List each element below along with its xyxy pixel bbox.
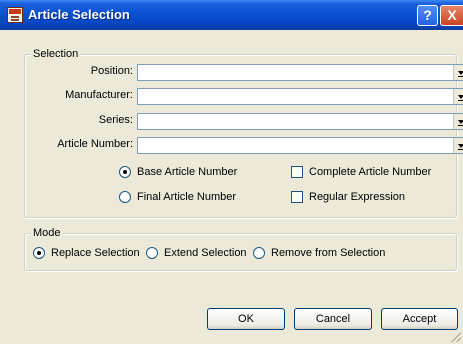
help-button[interactable]: ? [417, 5, 438, 26]
mode-legend: Mode [31, 227, 63, 239]
radio-unselected-icon[interactable] [146, 247, 158, 259]
final-article-number-label: Final Article Number [137, 191, 237, 203]
complete-article-number-label: Complete Article Number [309, 166, 432, 178]
resize-grip-icon[interactable] [451, 332, 461, 342]
selection-group: Selection Position: Manufacturer: Series… [24, 48, 463, 218]
window-title: Article Selection [28, 7, 130, 22]
radio-selected-icon[interactable] [119, 166, 131, 178]
position-combobox[interactable] [137, 64, 463, 81]
chevron-down-icon[interactable] [453, 138, 463, 153]
regular-expression-label: Regular Expression [309, 191, 405, 203]
article-number-combobox[interactable] [137, 137, 463, 154]
extend-selection-option[interactable]: Extend Selection [146, 247, 247, 259]
complete-article-number-option[interactable]: Complete Article Number [291, 166, 431, 178]
replace-selection-label: Replace Selection [51, 247, 140, 259]
extend-selection-label: Extend Selection [164, 247, 247, 259]
selection-legend: Selection [31, 48, 81, 60]
chevron-down-icon[interactable] [453, 114, 463, 129]
final-article-number-option[interactable]: Final Article Number [119, 191, 236, 203]
remove-from-selection-option[interactable]: Remove from Selection [253, 247, 385, 259]
radio-unselected-icon[interactable] [119, 191, 131, 203]
radio-selected-icon[interactable] [33, 247, 45, 259]
ok-button[interactable]: OK [207, 308, 285, 330]
app-icon [7, 7, 23, 23]
base-article-number-label: Base Article Number [137, 166, 238, 178]
accept-button[interactable]: Accept [381, 308, 458, 330]
close-button[interactable]: X [440, 5, 463, 26]
remove-from-selection-label: Remove from Selection [271, 247, 386, 259]
chevron-down-icon[interactable] [453, 89, 463, 104]
article-number-label: Article Number: [57, 138, 133, 150]
radio-unselected-icon[interactable] [253, 247, 265, 259]
regular-expression-option[interactable]: Regular Expression [291, 191, 405, 203]
manufacturer-combobox[interactable] [137, 88, 463, 105]
article-selection-dialog: Article Selection ? X Selection Position… [0, 0, 463, 344]
manufacturer-label: Manufacturer: [65, 89, 133, 101]
position-label: Position: [90, 65, 133, 77]
base-article-number-option[interactable]: Base Article Number [119, 166, 237, 178]
checkbox-icon[interactable] [291, 191, 303, 203]
chevron-down-icon[interactable] [453, 65, 463, 80]
series-label: Series: [98, 114, 133, 126]
checkbox-icon[interactable] [291, 166, 303, 178]
cancel-button[interactable]: Cancel [294, 308, 372, 330]
mode-group: Mode Replace Selection Extend Selection … [24, 227, 457, 271]
title-bar[interactable]: Article Selection ? X [0, 0, 463, 30]
replace-selection-option[interactable]: Replace Selection [33, 247, 140, 259]
series-combobox[interactable] [137, 113, 463, 130]
